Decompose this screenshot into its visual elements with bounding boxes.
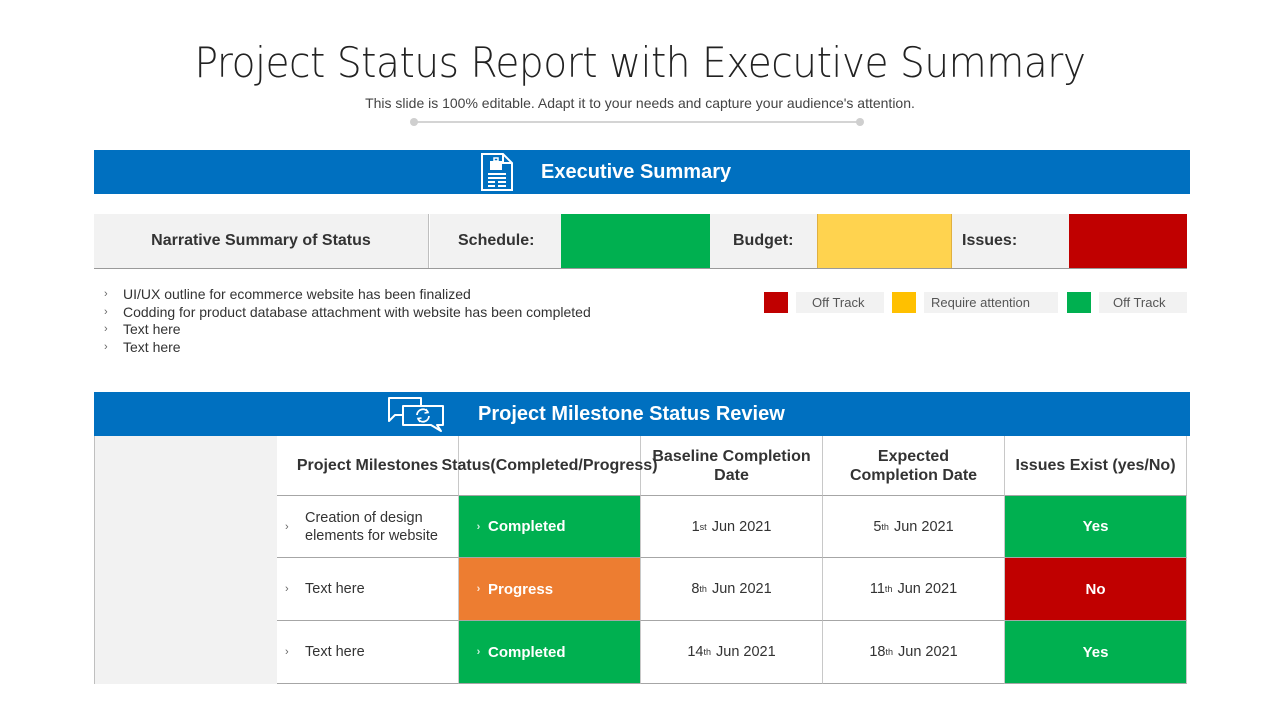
expected-date-cell: 11th Jun 2021 xyxy=(823,558,1005,621)
legend-item-off-track-green: Off Track xyxy=(1067,292,1187,313)
column-header-baseline-date: Baseline Completion Date xyxy=(641,436,823,496)
status-badge: › Completed xyxy=(459,496,641,558)
milestone-review-header: Project Milestone Status Review xyxy=(94,392,1190,436)
budget-status-swatch xyxy=(817,214,952,268)
expected-date-cell: 18th Jun 2021 xyxy=(823,621,1005,684)
column-header-expected-date: Expected Completion Date xyxy=(823,436,1005,496)
issues-exist-badge: No xyxy=(1005,558,1187,621)
baseline-date-cell: 8th Jun 2021 xyxy=(641,558,823,621)
status-badge: › Progress xyxy=(459,558,641,621)
chevron-right-icon: › xyxy=(476,520,481,533)
baseline-date-cell: 1st Jun 2021 xyxy=(641,496,823,558)
column-header-status: Status(Completed/Progress) xyxy=(441,436,658,496)
budget-label: Budget: xyxy=(710,214,817,268)
milestone-cell: › Creation of design elements for website xyxy=(277,496,459,558)
divider-dot-right xyxy=(856,118,864,126)
schedule-label: Schedule: xyxy=(430,214,561,268)
chevron-right-icon: › xyxy=(104,340,108,353)
status-badge: › Completed xyxy=(459,621,641,684)
executive-summary-header: Executive Summary xyxy=(94,150,1190,194)
chevron-right-icon: › xyxy=(476,646,481,658)
milestone-side-panel xyxy=(94,436,277,684)
chat-refresh-icon xyxy=(385,395,447,439)
issues-label: Issues: xyxy=(952,214,1069,268)
column-header-milestones: Project Milestones xyxy=(277,436,459,496)
expected-date-cell: 5th Jun 2021 xyxy=(823,496,1005,558)
title-divider xyxy=(410,118,864,126)
issues-exist-badge: Yes xyxy=(1005,621,1187,684)
status-indicator-row: Narrative Summary of Status Schedule: Bu… xyxy=(94,214,1187,269)
issues-exist-badge: Yes xyxy=(1005,496,1187,558)
summary-bullet-list: › UI/UX outline for ecommerce website has… xyxy=(104,286,591,356)
legend-swatch xyxy=(1067,292,1091,313)
summary-bullet: › Text here xyxy=(104,321,181,337)
summary-bullet: › UI/UX outline for ecommerce website has… xyxy=(104,286,471,302)
document-briefcase-icon xyxy=(479,152,515,198)
chevron-right-icon: › xyxy=(285,583,289,595)
milestone-review-title: Project Milestone Status Review xyxy=(478,403,785,425)
milestone-cell: › Text here xyxy=(277,621,459,684)
legend-label: Off Track xyxy=(1099,292,1187,313)
legend-item-off-track-red: Off Track xyxy=(764,292,884,313)
narrative-summary-label: Narrative Summary of Status xyxy=(94,214,429,268)
page-subtitle: This slide is 100% editable. Adapt it to… xyxy=(365,95,915,111)
chevron-right-icon: › xyxy=(285,646,289,658)
legend-item-require-attention: Require attention xyxy=(892,292,1058,313)
schedule-status-swatch xyxy=(561,214,710,268)
baseline-date-cell: 14th Jun 2021 xyxy=(641,621,823,684)
legend-swatch xyxy=(764,292,788,313)
column-header-issues-exist: Issues Exist (yes/No) xyxy=(1005,436,1187,496)
legend-label: Off Track xyxy=(796,292,884,313)
summary-bullet: › Text here xyxy=(104,338,181,355)
chevron-right-icon: › xyxy=(104,288,108,300)
legend-swatch xyxy=(892,292,916,313)
chevron-right-icon: › xyxy=(285,520,289,533)
page-title: Project Status Report with Executive Sum… xyxy=(194,38,1086,87)
milestone-cell: › Text here xyxy=(277,558,459,621)
summary-bullet: › Codding for product database attachment… xyxy=(104,303,591,320)
divider-dot-left xyxy=(410,118,418,126)
legend-label: Require attention xyxy=(924,292,1058,313)
executive-summary-title: Executive Summary xyxy=(541,161,732,183)
issues-status-swatch xyxy=(1069,214,1187,268)
chevron-right-icon: › xyxy=(104,305,108,318)
chevron-right-icon: › xyxy=(104,323,108,335)
chevron-right-icon: › xyxy=(476,583,481,595)
